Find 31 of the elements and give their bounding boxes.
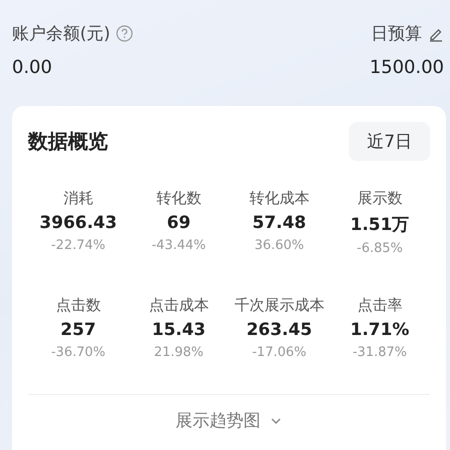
metric-change: -31.87% xyxy=(352,345,407,360)
metric-change: 36.60% xyxy=(254,238,304,253)
metric-value: 263.45 xyxy=(246,320,312,340)
metric-label: 点击数 xyxy=(56,296,101,315)
metric-change: -6.85% xyxy=(356,241,403,256)
budget-label: 日预算 xyxy=(371,23,422,45)
metric-change: -17.06% xyxy=(252,345,306,360)
metric-label: 转化数 xyxy=(156,189,202,208)
metric-change: -43.44% xyxy=(152,238,206,253)
overview-title: 数据概览 xyxy=(28,128,108,155)
metric-value: 15.43 xyxy=(152,320,206,340)
trend-chart-toggle[interactable]: 展示趋势图 xyxy=(172,405,286,436)
metric-change: 21.98% xyxy=(154,345,204,360)
metric-label: 消耗 xyxy=(63,189,94,208)
metric-label: 转化成本 xyxy=(249,189,310,208)
balance-label: 账户余额(元) xyxy=(12,23,110,45)
metric-value: 3966.43 xyxy=(40,213,117,233)
metric-change: -22.74% xyxy=(51,238,106,253)
metric-value: 57.48 xyxy=(252,213,306,233)
date-range-button[interactable]: 近7日 xyxy=(349,122,430,161)
metric-label: 点击率 xyxy=(357,296,402,315)
metric-label: 点击成本 xyxy=(148,296,209,315)
metric-value: 1.51万 xyxy=(350,214,410,236)
metric-value: 69 xyxy=(166,213,191,233)
budget-value: 1500.00 xyxy=(370,57,444,78)
metric-value: 1.71% xyxy=(350,320,410,340)
metric-change: -36.70% xyxy=(51,345,106,360)
metric-value: 257 xyxy=(60,320,96,340)
metric-label: 千次展示成本 xyxy=(234,296,324,315)
balance-value: 0.00 xyxy=(12,57,54,78)
metric-label: 展示数 xyxy=(357,189,402,208)
